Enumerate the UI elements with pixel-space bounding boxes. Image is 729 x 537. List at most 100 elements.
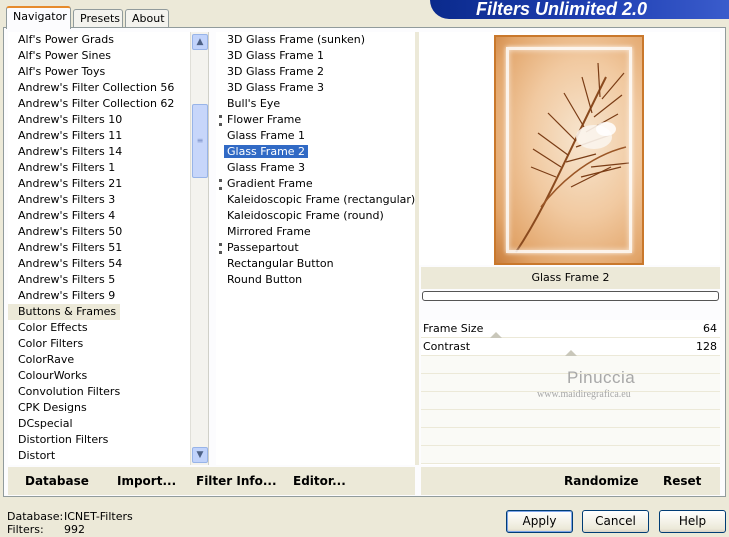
category-item[interactable]: Alf's Power Grads [8,32,208,48]
category-label: ColorRave [18,353,75,366]
category-label: Andrew's Filters 21 [18,177,123,190]
filter-item[interactable]: Glass Frame 1 [216,128,415,144]
category-item[interactable]: Andrew's Filters 14 [8,144,208,160]
filter-item[interactable]: Round Button [216,272,415,288]
tab-navigator[interactable]: Navigator [6,6,71,29]
filter-item[interactable]: Gradient Frame [216,176,415,192]
reset-button[interactable]: Reset [663,474,701,488]
category-item[interactable]: Alf's Power Toys [8,64,208,80]
filter-title: Glass Frame 2 [421,267,720,289]
filter-item[interactable]: 3D Glass Frame (sunken) [216,32,415,48]
folder-marker-icon [219,243,222,254]
category-label: Andrew's Filters 3 [18,193,116,206]
category-item[interactable]: CPK Designs [8,400,208,416]
filter-label: Round Button [227,273,303,286]
right-toolbar: Randomize Reset [421,467,720,495]
filter-label: Glass Frame 2 [224,145,309,158]
filter-label: Flower Frame [227,113,302,126]
filter-label: Rectangular Button [227,257,334,270]
slider-frame-size[interactable]: Frame Size 64 [421,320,720,338]
filter-label: 3D Glass Frame (sunken) [227,33,365,46]
category-item[interactable]: Andrew's Filters 10 [8,112,208,128]
category-label: Andrew's Filter Collection 56 [18,81,175,94]
category-item[interactable]: Andrew's Filter Collection 62 [8,96,208,112]
category-label: Color Effects [18,321,88,334]
filter-list[interactable]: 3D Glass Frame (sunken) 3D Glass Frame 1 3… [216,32,415,465]
filter-item[interactable]: Glass Frame 2 [216,144,415,160]
category-item[interactable]: ColorRave [8,352,208,368]
category-label: Alf's Power Grads [18,33,114,46]
filter-label: Glass Frame 3 [227,161,306,174]
cancel-button[interactable]: Cancel [582,510,649,533]
filter-item[interactable]: Bull's Eye [216,96,415,112]
scroll-up-button[interactable]: ▲ [192,34,208,50]
category-item[interactable]: Distort [8,448,208,464]
filter-item[interactable]: Flower Frame [216,112,415,128]
filter-label: 3D Glass Frame 2 [227,65,325,78]
tab-presets[interactable]: Presets [73,9,123,28]
filter-item[interactable]: Kaleidoscopic Frame (round) [216,208,415,224]
slider-contrast[interactable]: Contrast 128 [421,338,720,356]
filter-item[interactable]: Rectangular Button [216,256,415,272]
category-item[interactable]: Andrew's Filters 1 [8,160,208,176]
category-item[interactable]: Andrew's Filters 3 [8,192,208,208]
category-item[interactable]: Andrew's Filters 51 [8,240,208,256]
slider-empty [421,410,720,428]
filter-item[interactable]: 3D Glass Frame 2 [216,64,415,80]
slider-empty [421,428,720,446]
help-button[interactable]: Help [659,510,726,533]
filter-info-button[interactable]: Filter Info... [196,474,277,488]
filters-count-label: Filters: [7,523,44,536]
category-item[interactable]: Color Filters [8,336,208,352]
import-button[interactable]: Import... [117,474,176,488]
category-label: Andrew's Filters 10 [18,113,123,126]
slider-value: 128 [696,340,717,353]
filter-item[interactable]: Kaleidoscopic Frame (rectangular) [216,192,415,208]
editor-button[interactable]: Editor... [293,474,346,488]
scroll-thumb[interactable]: ≡ [192,104,208,178]
filter-item[interactable]: 3D Glass Frame 3 [216,80,415,96]
scroll-down-button[interactable]: ▼ [192,447,208,463]
filter-label: 3D Glass Frame 1 [227,49,325,62]
category-item[interactable]: Andrew's Filter Collection 56 [8,80,208,96]
category-item[interactable]: Andrew's Filters 9 [8,288,208,304]
filter-item[interactable]: Mirrored Frame [216,224,415,240]
category-label: Andrew's Filters 9 [18,289,116,302]
filter-item[interactable]: Passepartout [216,240,415,256]
category-label: Andrew's Filters 54 [18,257,123,270]
database-button[interactable]: Database [25,474,89,488]
folder-marker-icon [219,115,222,126]
slider-label: Contrast [423,340,471,353]
filter-item[interactable]: 3D Glass Frame 1 [216,48,415,64]
category-item[interactable]: Andrew's Filters 21 [8,176,208,192]
category-scrollbar[interactable]: ▲ ≡ ▼ [190,32,208,465]
category-label: Color Filters [18,337,84,350]
category-label: Andrew's Filter Collection 62 [18,97,175,110]
filter-item[interactable]: Glass Frame 3 [216,160,415,176]
watermark-name: Pinuccia [567,368,636,387]
app-title: Filters Unlimited 2.0 [476,0,648,19]
category-label: Andrew's Filters 1 [18,161,116,174]
category-item[interactable]: Distortion Filters [8,432,208,448]
app-title-banner: Filters Unlimited 2.0 [430,0,729,19]
tab-about[interactable]: About [125,9,169,28]
left-toolbar: Database Import... Filter Info... Editor… [8,467,415,495]
apply-button[interactable]: Apply [506,510,573,533]
category-item[interactable]: Andrew's Filters 50 [8,224,208,240]
category-item[interactable]: DCspecial [8,416,208,432]
category-item[interactable]: Andrew's Filters 5 [8,272,208,288]
category-list[interactable]: Alf's Power Grads Alf's Power Sines Alf's … [8,32,209,465]
category-label: Buttons & Frames [8,304,121,320]
category-item[interactable]: ColourWorks [8,368,208,384]
category-item[interactable]: Color Effects [8,320,208,336]
category-item[interactable]: Buttons & Frames [8,304,208,320]
category-item[interactable]: Andrew's Filters 4 [8,208,208,224]
slider-empty [421,446,720,464]
category-item[interactable]: Andrew's Filters 54 [8,256,208,272]
randomize-button[interactable]: Randomize [564,474,638,488]
category-label: Andrew's Filters 14 [18,145,123,158]
category-item[interactable]: Alf's Power Sines [8,48,208,64]
category-item[interactable]: Convolution Filters [8,384,208,400]
filter-label: Kaleidoscopic Frame (rectangular) [227,193,415,206]
category-item[interactable]: Andrew's Filters 11 [8,128,208,144]
